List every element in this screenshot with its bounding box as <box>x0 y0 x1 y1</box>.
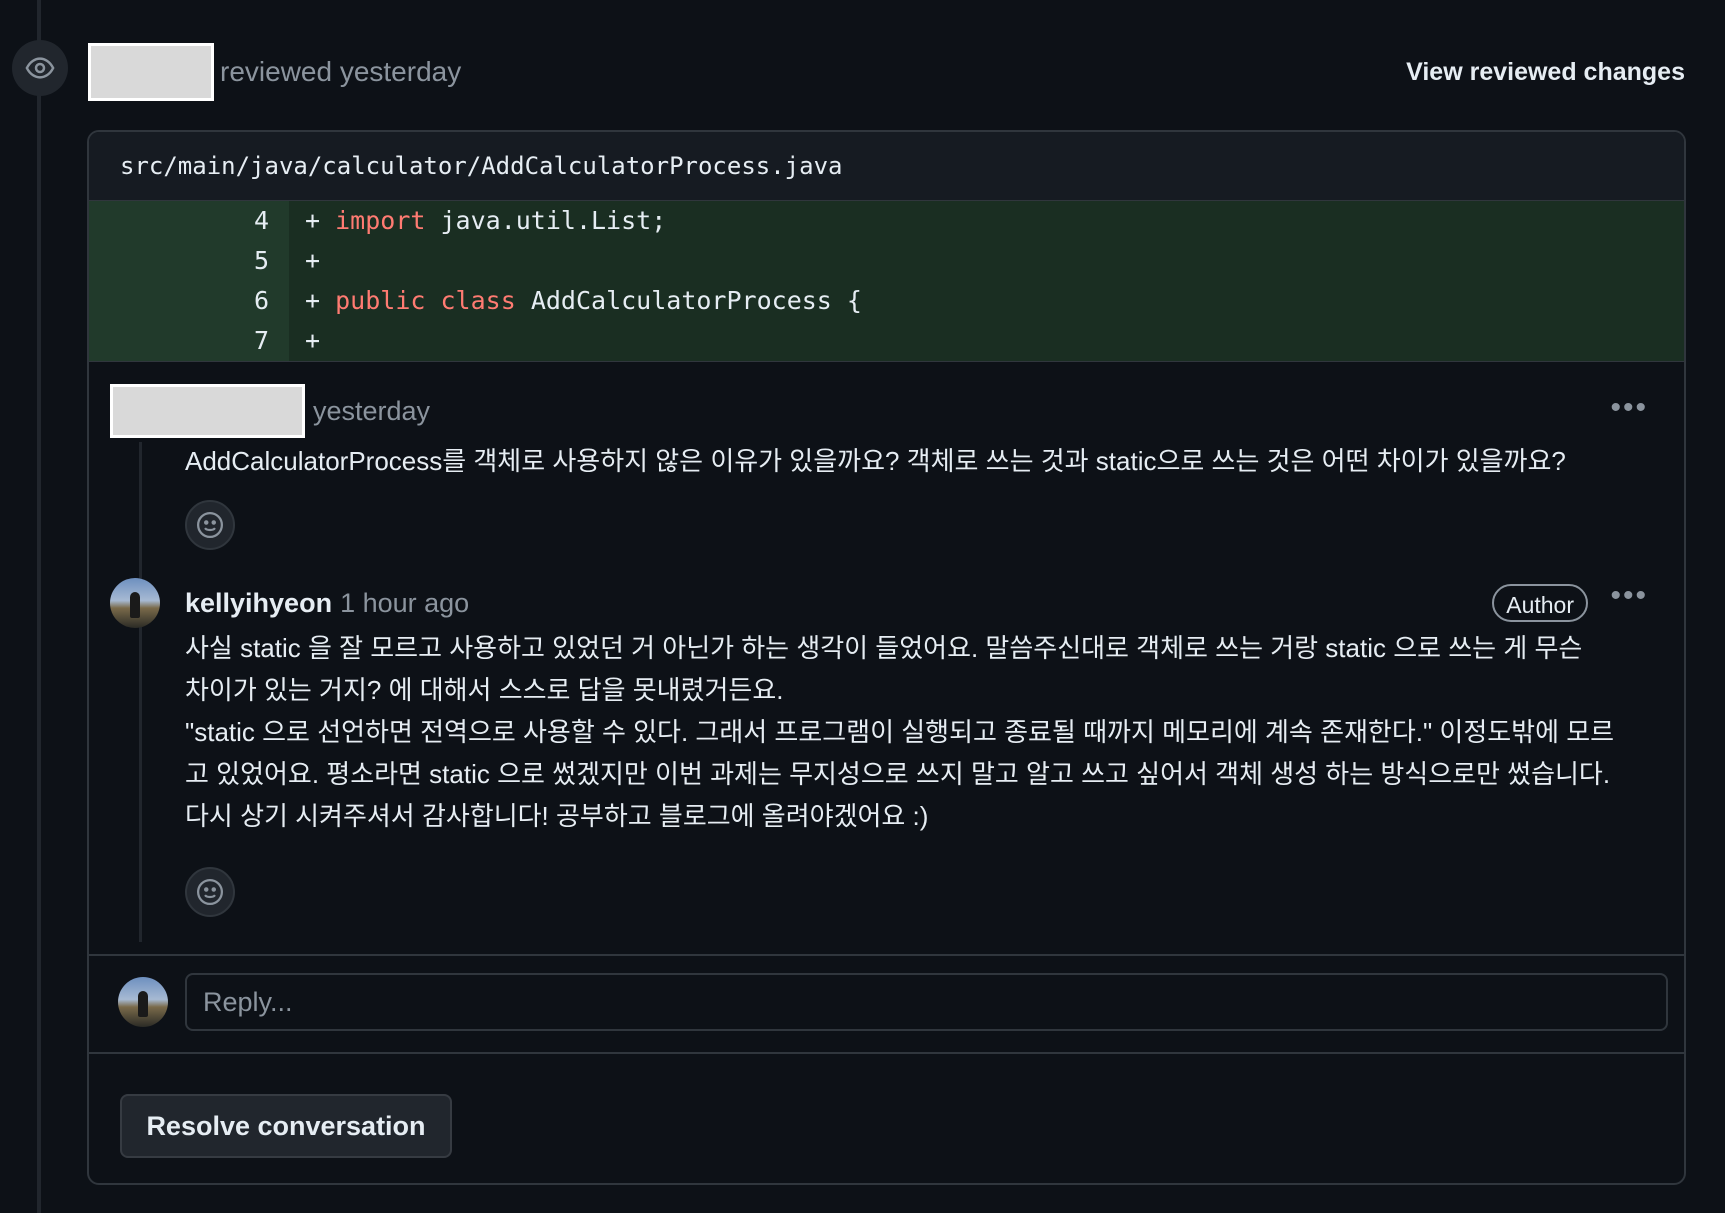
comment-timestamp[interactable]: yesterday <box>313 396 430 427</box>
resolve-conversation-label: Resolve conversation <box>146 1110 426 1141</box>
comment-author[interactable]: kellyihyeon <box>185 588 332 619</box>
smiley-icon <box>197 512 223 538</box>
comment-more-button[interactable]: ••• <box>1610 581 1648 618</box>
diff-line: 7 + <box>89 321 1684 361</box>
comment-body-line: 차이가 있는 거지? 에 대해서 스스로 답을 못내렸거든요. <box>185 675 784 705</box>
review-page: reviewed yesterday View reviewed changes… <box>0 0 1725 1213</box>
review-thread: src/main/java/calculator/AddCalculatorPr… <box>87 130 1686 1185</box>
resolve-conversation-button[interactable]: Resolve conversation <box>120 1094 452 1158</box>
comment-body-line: 고 있었어요. 평소라면 static 으로 썼겠지만 이번 과제는 무지성으로… <box>185 759 1611 789</box>
diff-line-number: 5 <box>89 241 289 281</box>
comment-body-line: 사실 static 을 잘 모르고 사용하고 있었던 거 아닌가 하는 생각이 … <box>185 633 1583 663</box>
diff-marker: + <box>305 326 321 355</box>
comment-timestamp[interactable]: 1 hour ago <box>340 588 469 619</box>
add-reaction-button[interactable] <box>185 867 235 917</box>
eye-icon <box>12 40 68 96</box>
avatar[interactable] <box>110 578 160 628</box>
code-keyword: class <box>440 286 516 315</box>
diff-line-code: + public class AddCalculatorProcess { <box>289 281 862 321</box>
reply-row <box>89 954 1684 1054</box>
review-header: reviewed yesterday View reviewed changes <box>88 43 1685 101</box>
diff-marker: + <box>305 286 321 315</box>
comment-body: AddCalculatorProcess를 객체로 사용하지 않은 이유가 있을… <box>185 440 1654 482</box>
diff-line-code: + <box>289 321 320 361</box>
code-text: java.util.List; <box>425 206 667 235</box>
comment-header: yesterday <box>110 384 1684 438</box>
code-text: AddCalculatorProcess { <box>515 286 862 315</box>
code-keyword: public <box>335 286 426 315</box>
diff-line-number: 7 <box>89 321 289 361</box>
file-path[interactable]: src/main/java/calculator/AddCalculatorPr… <box>89 132 1684 201</box>
file-path-text[interactable]: src/main/java/calculator/AddCalculatorPr… <box>120 152 842 180</box>
comment-body: 사실 static 을 잘 모르고 사용하고 있었던 거 아닌가 하는 생각이 … <box>185 627 1654 837</box>
comment-header: kellyihyeon 1 hour ago <box>185 576 469 630</box>
diff-marker: + <box>305 246 321 275</box>
comment-body-line: "static 으로 선언하면 전역으로 사용할 수 있다. 그래서 프로그램이… <box>185 717 1615 747</box>
review-status: reviewed yesterday <box>220 56 462 87</box>
reply-input[interactable] <box>185 973 1668 1031</box>
comment-author-redacted[interactable] <box>110 384 305 438</box>
diff-line-code: + import java.util.List; <box>289 201 666 241</box>
comment-body-line: AddCalculatorProcess를 객체로 사용하지 않은 이유가 있을… <box>185 446 1566 476</box>
code-keyword: import <box>335 206 426 235</box>
comment-body-line: 다시 상기 시켜주셔서 감사합니다! 공부하고 블로그에 올려야겠어요 :) <box>185 801 929 831</box>
smiley-icon <box>197 879 223 905</box>
author-badge: Author <box>1492 584 1588 622</box>
diff-line: 6 + public class AddCalculatorProcess { <box>89 281 1684 321</box>
comment-more-button[interactable]: ••• <box>1610 393 1648 430</box>
diff-line-number: 6 <box>89 281 289 321</box>
reviewer-name-redacted[interactable] <box>88 43 214 101</box>
comment-thread-line <box>139 442 142 942</box>
diff-line: 5 + <box>89 241 1684 281</box>
diff-line-number: 4 <box>89 201 289 241</box>
diff-marker: + <box>305 206 321 235</box>
diff-line-code: + <box>289 241 320 281</box>
diff-line: 4 + import java.util.List; <box>89 201 1684 241</box>
add-reaction-button[interactable] <box>185 500 235 550</box>
view-reviewed-changes-link[interactable]: View reviewed changes <box>1406 58 1685 87</box>
timeline-line <box>37 0 41 1213</box>
current-user-avatar <box>118 977 168 1027</box>
diff-hunk: 4 + import java.util.List; 5 + 6 + publi… <box>89 201 1684 361</box>
comment-list: yesterday ••• AddCalculatorProcess를 객체로 … <box>89 361 1684 959</box>
